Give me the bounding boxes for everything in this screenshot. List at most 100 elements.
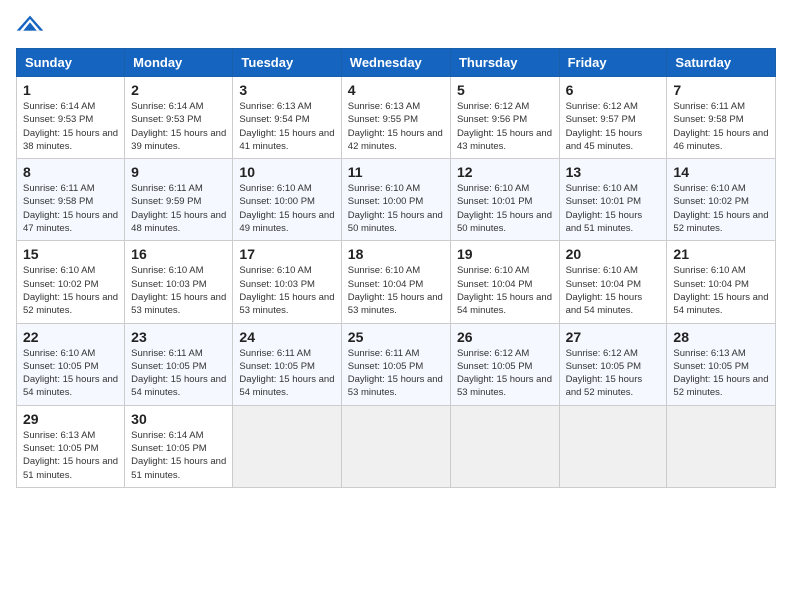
day-number: 14 [673,164,769,180]
daylight-hours: Daylight: 15 hours and 50 minutes. [348,210,443,234]
day-number: 11 [348,164,444,180]
day-number: 24 [239,329,334,345]
daylight-hours: Daylight: 15 hours and 52 minutes. [673,374,768,398]
day-detail: Sunrise: 6:12 AM Sunset: 10:05 PM Daylig… [566,347,661,400]
day-detail: Sunrise: 6:11 AM Sunset: 10:05 PM Daylig… [239,347,334,400]
day-number: 1 [23,82,118,98]
sunrise-time: Sunrise: 6:12 AM [457,101,529,112]
day-detail: Sunrise: 6:13 AM Sunset: 9:54 PM Dayligh… [239,100,334,153]
day-detail: Sunrise: 6:10 AM Sunset: 10:01 PM Daylig… [457,182,553,235]
daylight-hours: Daylight: 15 hours and 54 minutes. [566,292,643,316]
table-row: 19 Sunrise: 6:10 AM Sunset: 10:04 PM Day… [450,241,559,323]
daylight-hours: Daylight: 15 hours and 45 minutes. [566,128,643,152]
day-detail: Sunrise: 6:10 AM Sunset: 10:03 PM Daylig… [131,264,226,317]
sunset-time: Sunset: 10:05 PM [673,361,749,372]
daylight-hours: Daylight: 15 hours and 39 minutes. [131,128,226,152]
day-detail: Sunrise: 6:10 AM Sunset: 10:02 PM Daylig… [23,264,118,317]
day-number: 4 [348,82,444,98]
table-row: 30 Sunrise: 6:14 AM Sunset: 10:05 PM Day… [125,405,233,487]
table-row: 26 Sunrise: 6:12 AM Sunset: 10:05 PM Day… [450,323,559,405]
day-detail: Sunrise: 6:10 AM Sunset: 10:05 PM Daylig… [23,347,118,400]
day-detail: Sunrise: 6:10 AM Sunset: 10:00 PM Daylig… [348,182,444,235]
day-detail: Sunrise: 6:11 AM Sunset: 10:05 PM Daylig… [131,347,226,400]
logo [16,16,48,36]
day-detail: Sunrise: 6:10 AM Sunset: 10:04 PM Daylig… [566,264,661,317]
daylight-hours: Daylight: 15 hours and 53 minutes. [348,292,443,316]
day-number: 9 [131,164,226,180]
day-detail: Sunrise: 6:14 AM Sunset: 10:05 PM Daylig… [131,429,226,482]
daylight-hours: Daylight: 15 hours and 54 minutes. [131,374,226,398]
day-number: 20 [566,246,661,262]
sunset-time: Sunset: 10:03 PM [239,279,315,290]
sunset-time: Sunset: 9:54 PM [239,114,309,125]
calendar-week-row: 22 Sunrise: 6:10 AM Sunset: 10:05 PM Day… [17,323,776,405]
day-number: 17 [239,246,334,262]
table-row: 8 Sunrise: 6:11 AM Sunset: 9:58 PM Dayli… [17,159,125,241]
day-number: 10 [239,164,334,180]
logo-icon [16,14,44,34]
day-number: 30 [131,411,226,427]
sunrise-time: Sunrise: 6:10 AM [131,265,203,276]
sunrise-time: Sunrise: 6:11 AM [131,183,203,194]
day-number: 6 [566,82,661,98]
table-row [667,405,776,487]
sunrise-time: Sunrise: 6:11 AM [673,101,745,112]
daylight-hours: Daylight: 15 hours and 53 minutes. [457,374,552,398]
calendar-week-row: 29 Sunrise: 6:13 AM Sunset: 10:05 PM Day… [17,405,776,487]
day-number: 23 [131,329,226,345]
daylight-hours: Daylight: 15 hours and 54 minutes. [239,374,334,398]
daylight-hours: Daylight: 15 hours and 51 minutes. [131,456,226,480]
sunset-time: Sunset: 10:04 PM [348,279,424,290]
page-header [16,16,776,36]
sunset-time: Sunset: 10:01 PM [566,196,642,207]
daylight-hours: Daylight: 15 hours and 53 minutes. [348,374,443,398]
table-row: 17 Sunrise: 6:10 AM Sunset: 10:03 PM Day… [233,241,341,323]
sunset-time: Sunset: 10:05 PM [566,361,642,372]
table-row: 16 Sunrise: 6:10 AM Sunset: 10:03 PM Day… [125,241,233,323]
sunrise-time: Sunrise: 6:12 AM [566,101,638,112]
sunset-time: Sunset: 9:57 PM [566,114,636,125]
table-row: 13 Sunrise: 6:10 AM Sunset: 10:01 PM Day… [559,159,667,241]
sunrise-time: Sunrise: 6:13 AM [348,101,420,112]
sunset-time: Sunset: 10:01 PM [457,196,533,207]
calendar-header-row: Sunday Monday Tuesday Wednesday Thursday… [17,49,776,77]
col-thursday: Thursday [450,49,559,77]
daylight-hours: Daylight: 15 hours and 46 minutes. [673,128,768,152]
day-number: 19 [457,246,553,262]
sunset-time: Sunset: 10:05 PM [131,443,207,454]
day-detail: Sunrise: 6:11 AM Sunset: 9:58 PM Dayligh… [23,182,118,235]
day-detail: Sunrise: 6:13 AM Sunset: 10:05 PM Daylig… [23,429,118,482]
daylight-hours: Daylight: 15 hours and 54 minutes. [23,374,118,398]
sunset-time: Sunset: 9:53 PM [23,114,93,125]
day-number: 2 [131,82,226,98]
sunset-time: Sunset: 10:05 PM [23,361,99,372]
sunrise-time: Sunrise: 6:12 AM [457,348,529,359]
sunrise-time: Sunrise: 6:13 AM [23,430,95,441]
day-detail: Sunrise: 6:12 AM Sunset: 9:57 PM Dayligh… [566,100,661,153]
daylight-hours: Daylight: 15 hours and 53 minutes. [131,292,226,316]
table-row: 23 Sunrise: 6:11 AM Sunset: 10:05 PM Day… [125,323,233,405]
sunset-time: Sunset: 9:59 PM [131,196,201,207]
calendar-week-row: 15 Sunrise: 6:10 AM Sunset: 10:02 PM Day… [17,241,776,323]
sunrise-time: Sunrise: 6:10 AM [239,265,311,276]
table-row [341,405,450,487]
sunset-time: Sunset: 10:05 PM [131,361,207,372]
sunrise-time: Sunrise: 6:10 AM [673,265,745,276]
col-monday: Monday [125,49,233,77]
sunset-time: Sunset: 9:58 PM [673,114,743,125]
daylight-hours: Daylight: 15 hours and 51 minutes. [566,210,643,234]
sunrise-time: Sunrise: 6:10 AM [566,265,638,276]
sunrise-time: Sunrise: 6:10 AM [457,183,529,194]
daylight-hours: Daylight: 15 hours and 47 minutes. [23,210,118,234]
sunrise-time: Sunrise: 6:14 AM [131,430,203,441]
day-number: 5 [457,82,553,98]
table-row: 28 Sunrise: 6:13 AM Sunset: 10:05 PM Day… [667,323,776,405]
day-number: 22 [23,329,118,345]
table-row: 20 Sunrise: 6:10 AM Sunset: 10:04 PM Day… [559,241,667,323]
day-detail: Sunrise: 6:12 AM Sunset: 9:56 PM Dayligh… [457,100,553,153]
table-row: 11 Sunrise: 6:10 AM Sunset: 10:00 PM Day… [341,159,450,241]
table-row: 15 Sunrise: 6:10 AM Sunset: 10:02 PM Day… [17,241,125,323]
sunset-time: Sunset: 10:02 PM [23,279,99,290]
col-sunday: Sunday [17,49,125,77]
table-row: 12 Sunrise: 6:10 AM Sunset: 10:01 PM Day… [450,159,559,241]
